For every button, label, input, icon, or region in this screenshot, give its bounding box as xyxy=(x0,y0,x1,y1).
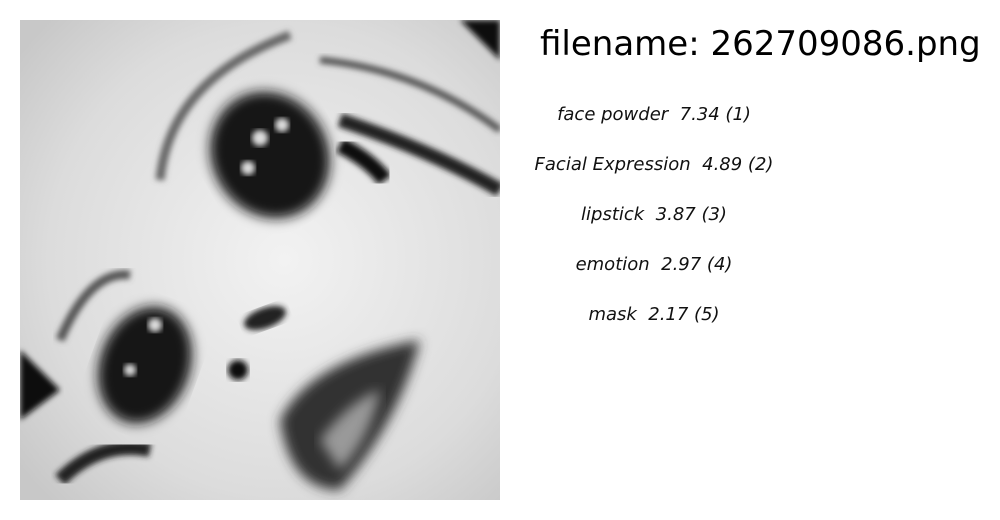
label-item: face powder 7.34 (1) xyxy=(557,104,751,125)
label-item: mask 2.17 (5) xyxy=(588,304,720,325)
face-photo xyxy=(20,20,500,500)
label-item: Facial Expression 4.89 (2) xyxy=(534,154,774,175)
label-item: lipstick 3.87 (3) xyxy=(581,204,727,225)
filename-title: filename: 262709086.png xyxy=(540,24,981,64)
label-item: emotion 2.97 (4) xyxy=(575,254,733,275)
